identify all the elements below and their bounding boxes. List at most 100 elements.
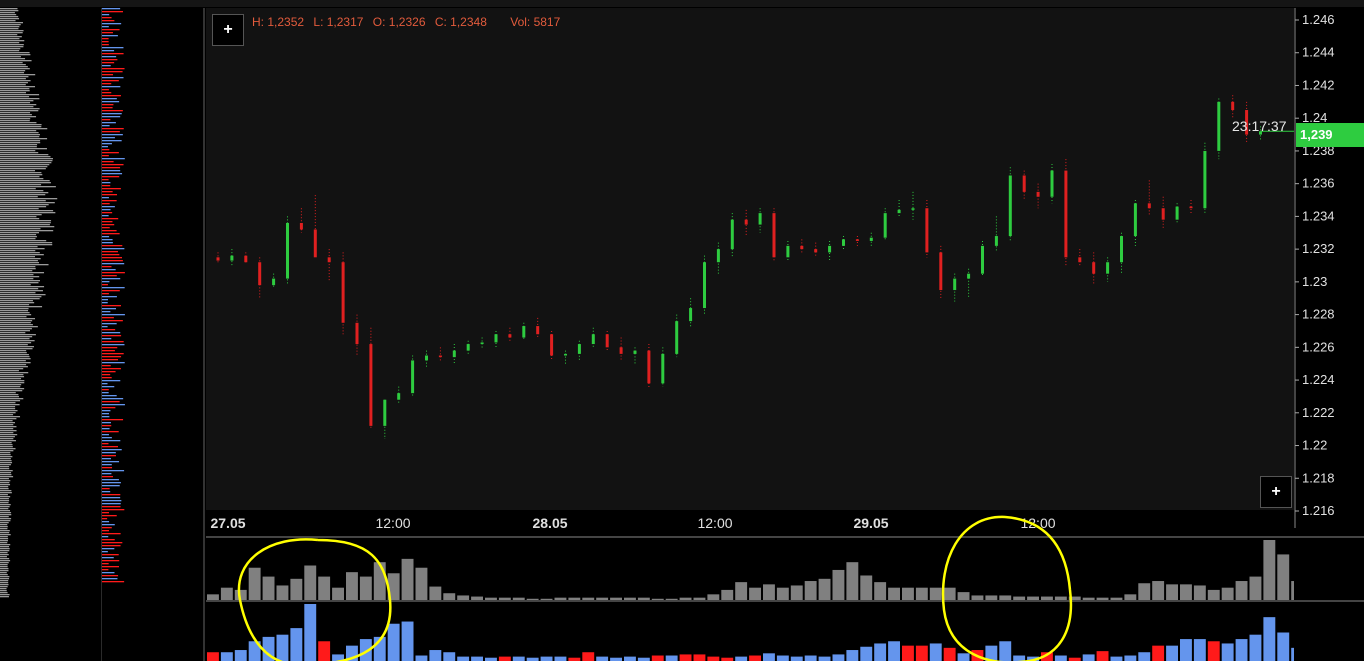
time-tick-label: 27.05 [210,515,246,531]
profile-bar [0,168,46,170]
histogram-bar [1249,576,1262,601]
delta-profile-bar [102,29,120,31]
delta-profile-bar [102,56,117,58]
candle-body [1106,262,1110,274]
profile-bar [0,422,15,424]
delta-profile-bar [102,179,109,181]
price-tick-label: 1.218 [1302,470,1335,485]
delta-profile-bar [102,143,112,145]
candle-body [286,222,289,279]
delta-profile-bar [102,83,112,85]
profile-bar [0,216,37,218]
profile-bar [0,504,11,506]
histogram-bar [1138,652,1151,661]
profile-bar [0,334,36,336]
delta-profile-bar [102,467,113,469]
delta-profile-bar [102,374,111,376]
time-axis[interactable]: 27.05 12:00 28.05 12:00 29.05 12:00 [206,512,1294,536]
profile-bar [0,140,41,142]
profile-bar [0,286,45,288]
delta-profile-bar [102,530,109,532]
profile-bar [0,474,12,476]
delta-profile-bar [102,218,119,220]
profile-bar [0,366,28,368]
profile-bar [0,536,8,538]
profile-bar [0,196,38,198]
delta-profile-bar [102,482,121,484]
profile-bar [0,424,14,426]
histogram-bar [387,573,400,601]
profile-bar [0,556,7,558]
profile-bar [0,66,28,68]
profile-bar [0,590,7,592]
profile-bar [0,142,41,144]
histogram-bar [512,656,525,661]
delta-profile-bar [102,323,117,325]
histogram-bar [1207,641,1220,661]
candle-body [341,262,345,323]
profile-bar [0,244,53,246]
candle-body [1133,203,1137,237]
delta-profile-bar [102,389,109,391]
candle [772,208,776,263]
add-indicator-button[interactable]: + [212,14,244,46]
profile-bar [0,58,26,60]
delta-profile-bar [102,221,113,223]
delta-profile-bar [102,311,111,313]
profile-bar [0,278,34,280]
delta-profile-bar [102,80,119,82]
price-tick-label: 1.222 [1302,405,1335,420]
histogram-bar [429,586,442,601]
delta-profile-bar [102,176,120,178]
profile-bar [0,542,8,544]
histogram-bar [387,623,400,661]
candle [883,208,887,241]
delta-profile-bar [102,404,125,406]
profile-bar [0,258,41,260]
profile-bar [0,90,30,92]
profile-bar [0,546,10,548]
delta-profile-bar [102,464,112,466]
price-axis[interactable]: 1.2461.2441.2421.241.2381.2361.2341.2321… [1294,8,1364,528]
delta-profile-bar [102,551,108,553]
histogram-bar [332,654,344,661]
histogram-bar [957,653,970,661]
delta-profile-bar [102,425,112,427]
candle-body [994,236,998,246]
histogram-bar [929,587,942,601]
delta-profile-bar [102,455,116,457]
delta-profile-bar [102,17,112,19]
candle-body [577,344,581,354]
delta-profile-bar [102,566,120,568]
profile-bar [0,262,40,264]
histogram-bar [888,641,900,661]
profile-bar [0,500,10,502]
profile-bar [0,294,46,296]
price-tick-label: 1.224 [1302,372,1335,387]
histogram-bar [860,646,873,661]
add-panel-button[interactable]: + [1260,476,1292,508]
candle-body [605,334,609,348]
delta-profile-bar [102,434,109,436]
profile-bar [0,454,11,456]
candle-body [383,399,387,426]
delta-profile-bar [102,320,123,322]
candle-body [1092,262,1096,274]
delta-profile-bar [102,62,115,64]
profile-bar [0,558,10,560]
histogram-bar [818,578,831,601]
profile-bar [0,534,11,536]
delta-profile-bar [102,257,123,259]
profile-bar [0,10,19,12]
delta-profile-bar [102,41,109,43]
candle [1008,167,1012,241]
price-tick-label: 1.232 [1302,241,1335,256]
profile-bar [0,92,27,94]
candle-body [939,252,943,291]
candlestick-chart[interactable] [206,8,1294,510]
profile-bar [0,498,9,500]
histogram-bar [1263,540,1276,601]
profile-bar [0,192,49,194]
delta-profile-bar [102,272,125,274]
delta-profile-bar [102,347,118,349]
